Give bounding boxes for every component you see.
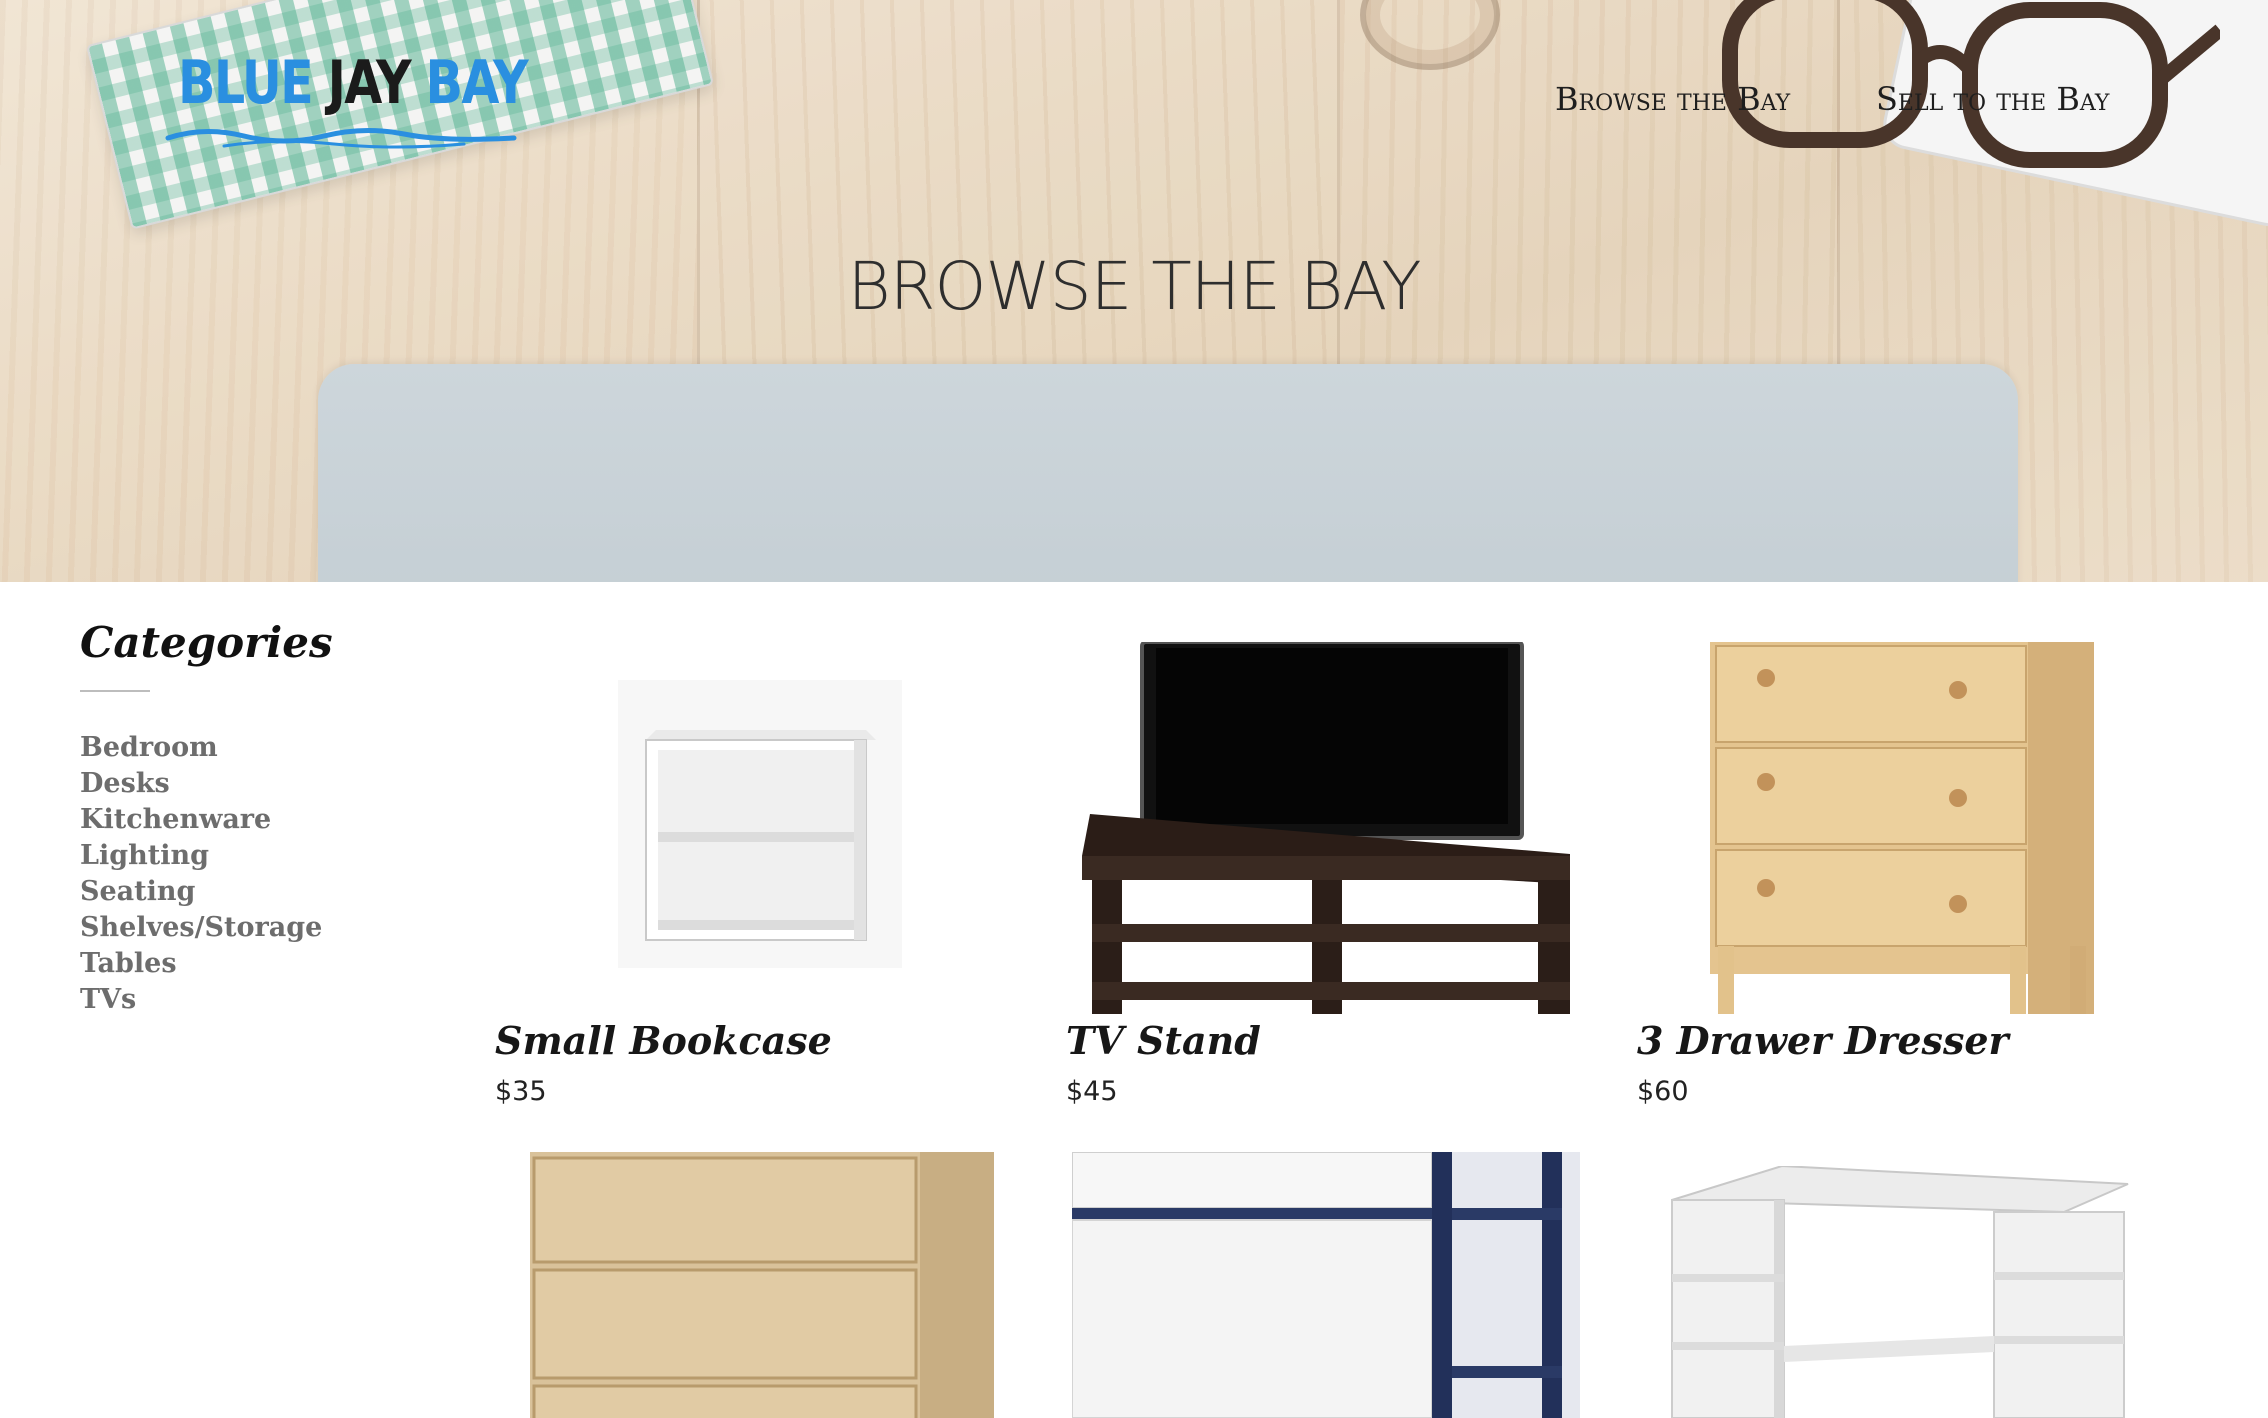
product-title-small-bookcase[interactable]: Small Bookcase: [495, 1018, 832, 1063]
nav-sell-to-the-bay[interactable]: Sell to the Bay: [1876, 80, 2109, 118]
product-price: $45: [1066, 1076, 1118, 1107]
tv-stand-image[interactable]: [1072, 642, 1588, 1014]
nav-browse-the-bay[interactable]: Browse the Bay: [1555, 80, 1790, 118]
logo-text-bay: BAY: [425, 48, 528, 118]
categories-heading: Categories: [80, 618, 333, 667]
category-desks[interactable]: Desks: [80, 766, 322, 802]
category-lighting[interactable]: Lighting: [80, 838, 322, 874]
corner-desk-image[interactable]: [1664, 1166, 2138, 1418]
hero-banner: BLUE JAY BAY Browse the Bay Sell to the …: [0, 0, 2268, 582]
wave-icon: [165, 127, 517, 149]
product-title-tv-stand[interactable]: TV Stand: [1066, 1018, 1261, 1063]
category-kitchenware[interactable]: Kitchenware: [80, 802, 322, 838]
category-bedroom[interactable]: Bedroom: [80, 730, 322, 766]
logo-text-blue: BLUE: [178, 48, 328, 118]
category-seating[interactable]: Seating: [80, 874, 322, 910]
page-title: BROWSE THE BAY: [847, 248, 1421, 325]
category-tables[interactable]: Tables: [80, 946, 322, 982]
category-list: Bedroom Desks Kitchenware Lighting Seati…: [80, 730, 322, 1018]
site-logo[interactable]: BLUE JAY BAY: [164, 44, 529, 154]
logo-text-jay: JAY: [327, 48, 426, 118]
plastic-drawers-image[interactable]: [1072, 1152, 1580, 1418]
product-title-3-drawer-dresser[interactable]: 3 Drawer Dresser: [1637, 1018, 2009, 1063]
category-tvs[interactable]: TVs: [80, 982, 322, 1018]
categories-divider: [80, 690, 150, 692]
product-price: $60: [1637, 1076, 1689, 1107]
category-shelves-storage[interactable]: Shelves/Storage: [80, 910, 322, 946]
bookcase-image[interactable]: [618, 680, 902, 968]
dresser-image[interactable]: [1710, 642, 2094, 1014]
product-price: $35: [495, 1076, 547, 1107]
wood-dresser-image[interactable]: [530, 1152, 994, 1418]
